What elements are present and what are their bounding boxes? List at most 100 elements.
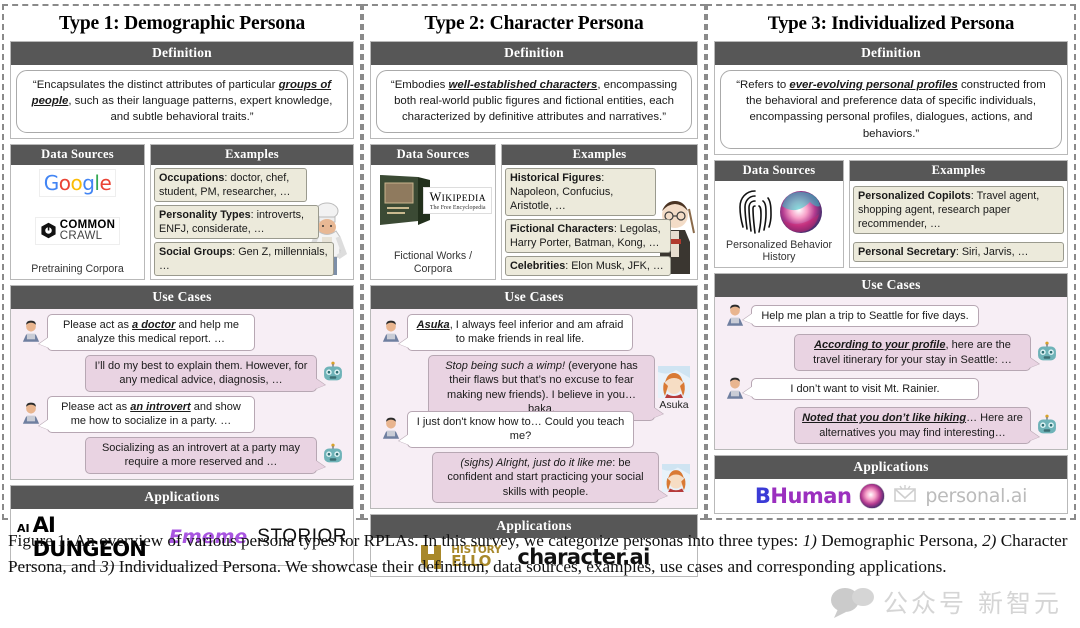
persona-overview-figure: Type 1: Demographic Persona Definition “…	[0, 0, 1080, 578]
example-item: Social Groups: Gen Z, millennials, …	[154, 241, 335, 276]
examples-body: Occupations: doctor, chef, student, PM, …	[151, 165, 353, 279]
chat-bubble-bot: Noted that you don’t like hiking… Here a…	[794, 407, 1039, 445]
definition-header: Definition	[715, 42, 1067, 65]
book-and-wiki-logos: WIKIPEDIA The Free Encyclopedia	[374, 169, 492, 231]
definition-section: Definition “Refers to ever-evolving pers…	[714, 41, 1068, 155]
use-cases-body: Asuka, I always feel inferior and am afr…	[371, 308, 697, 509]
use-cases-header: Use Cases	[371, 285, 697, 309]
caption-text-1: Demographic Persona,	[816, 531, 983, 550]
siri-orb-icon	[780, 190, 822, 233]
definition-section: Definition “Embodies well-established ch…	[370, 41, 698, 139]
example-label: Personality Types	[159, 208, 251, 221]
examples-header: Examples	[502, 144, 697, 165]
examples-panel: Examples Personalized Copilots: Travel a…	[849, 159, 1068, 269]
use-cases-header: Use Cases	[11, 285, 353, 309]
examples-header: Examples	[151, 144, 353, 165]
definition-section: Definition “Encapsulates the distinct at…	[10, 41, 354, 139]
definition-text: “Encapsulates the distinct attributes of…	[16, 70, 348, 133]
definition-pre: “Encapsulates the distinct attributes of…	[32, 79, 279, 91]
example-text: : Siri, Jarvis, …	[955, 245, 1029, 258]
example-item: Personality Types: introverts, ENFJ, con…	[154, 204, 319, 239]
bubble-text-pre: I just don't know how to… Could you teac…	[416, 415, 625, 443]
definition-post: , such as their language patterns, exper…	[68, 95, 333, 124]
caption-enum-3: 3)	[100, 557, 115, 577]
character-name-label: Asuka	[659, 398, 689, 411]
chat-row-user: I don’t want to visit Mt. Rainier.	[721, 375, 1061, 403]
app-logo-personal-ai[interactable]: personal.ai	[925, 485, 1027, 507]
example-item: Historical Figures: Napoleon, Confucius,…	[505, 167, 657, 216]
sources-examples-row: Data Sources	[370, 143, 698, 280]
example-label: Personal Secretary	[858, 245, 956, 258]
column-title: Type 3: Individualized Persona	[767, 13, 1015, 34]
definition-pre: “Embodies	[390, 79, 449, 91]
persona-column-demographic: Type 1: Demographic Persona Definition “…	[2, 4, 362, 566]
bubble-text-pre: Help me plan a trip to Seattle for five …	[761, 309, 969, 322]
asuka-avatar-icon	[657, 365, 691, 399]
bubble-text-em: Asuka	[416, 318, 450, 331]
example-label: Social Groups	[159, 245, 233, 258]
example-label: Occupations	[159, 171, 225, 184]
data-sources-panel: Data Sources	[714, 159, 844, 269]
chat-bubble-user: Asuka, I always feel inferior and am afr…	[399, 313, 633, 351]
definition-header: Definition	[11, 42, 353, 65]
column-title: Type 1: Demographic Persona	[58, 13, 306, 34]
chat-bubble-user: I just don't know how to… Could you teac…	[399, 410, 634, 448]
sources-examples-row: Data Sources Google COMMON CRAWL Pretrain…	[10, 143, 354, 280]
sources-examples-row: Data Sources	[714, 159, 1068, 269]
example-label: Historical Figures	[510, 171, 602, 184]
chat-row-bot: I’ll do my best to explain them. However…	[17, 354, 347, 392]
bubble-text-em: an introvert	[130, 400, 191, 413]
bubble-text-em: Stop being such a wimp!	[445, 359, 566, 372]
example-item: Fictional Characters: Legolas, Harry Por…	[505, 218, 672, 253]
use-cases-header: Use Cases	[715, 274, 1067, 298]
caption-text-3: Individualized Persona. We showcase thei…	[114, 557, 947, 577]
use-cases-body: Help me plan a trip to Seattle for five …	[715, 297, 1067, 450]
data-sources-panel: Data Sources	[370, 143, 496, 280]
siri-orb-icon	[859, 483, 886, 509]
definition-emphasis: ever-evolving personal profiles	[789, 79, 958, 91]
chat-row-bot: According to your profile, here are the …	[721, 334, 1061, 372]
caption-part-1: Figure 1: An overview of various persona…	[8, 531, 803, 550]
chat-row-user: Asuka, I always feel inferior and am afr…	[377, 313, 691, 351]
use-cases-body: Please act as a doctor and help me analy…	[11, 308, 353, 479]
definition-text: “Refers to ever-evolving personal profil…	[720, 70, 1062, 149]
examples-panel: Examples	[501, 143, 698, 280]
column-title: Type 2: Character Persona	[424, 13, 644, 34]
persona-column-individualized: Type 3: Individualized Persona Definitio…	[706, 4, 1076, 520]
bubble-text-pre: I don’t want to visit Mt. Rainier.	[790, 382, 940, 395]
bubble-text-em: a doctor	[132, 318, 176, 331]
bubble-text-em: According to your profile	[814, 339, 946, 352]
asuka-avatar-block: Asuka	[657, 365, 691, 411]
chat-row-bot: Socializing as an introvert at a party m…	[17, 436, 347, 474]
data-sources-caption: Personalized Behavior History	[726, 238, 832, 264]
definition-emphasis: well-established characters	[448, 79, 598, 91]
app-logo-bhuman[interactable]: BHuman	[755, 484, 852, 508]
data-sources-header: Data Sources	[11, 144, 144, 165]
persona-column-character: Type 2: Character Persona Definition “Em…	[362, 4, 706, 578]
speech-bubble-icon	[831, 588, 875, 618]
example-label: Fictional Characters	[510, 222, 614, 235]
definition-text: “Embodies well-established characters, e…	[376, 70, 692, 133]
examples-body: Personalized Copilots: Travel agent, sho…	[850, 181, 1067, 267]
example-text: : Elon Musk, JFK, …	[565, 259, 664, 272]
caption-enum-2: 2)	[982, 531, 997, 550]
personal-ai-mark-icon	[894, 485, 917, 503]
example-label: Celebrities	[510, 259, 566, 272]
example-item: Occupations: doctor, chef, student, PM, …	[154, 167, 307, 202]
figure-caption: Figure 1: An overview of various persona…	[8, 528, 1072, 580]
chat-row-user: Please act as an introvert and show me h…	[17, 395, 347, 433]
bubble-text-pre: I’ll do my best to explain them. However…	[94, 359, 308, 387]
wikipedia-logo: WIKIPEDIA The Free Encyclopedia	[423, 186, 492, 214]
fingerprint-icon	[739, 189, 772, 234]
examples-panel: Examples	[150, 143, 354, 280]
definition-pre: “Refers to	[736, 79, 790, 91]
example-item: Personalized Copilots: Travel agent, sho…	[853, 186, 1064, 235]
chat-bubble-bot: I’ll do my best to explain them. However…	[85, 354, 325, 392]
applications-header: Applications	[715, 456, 1067, 480]
chat-bubble-user: Please act as an introvert and show me h…	[39, 395, 255, 433]
figure-page: Type 1: Demographic Persona Definition “…	[0, 0, 1080, 628]
example-item: Personal Secretary: Siri, Jarvis, …	[853, 241, 1064, 262]
data-sources-body: WIKIPEDIA The Free Encyclopedia Fictiona…	[371, 164, 495, 279]
bubble-text-post: , I always feel inferior and am afraid t…	[449, 318, 624, 346]
definition-header: Definition	[371, 42, 697, 65]
